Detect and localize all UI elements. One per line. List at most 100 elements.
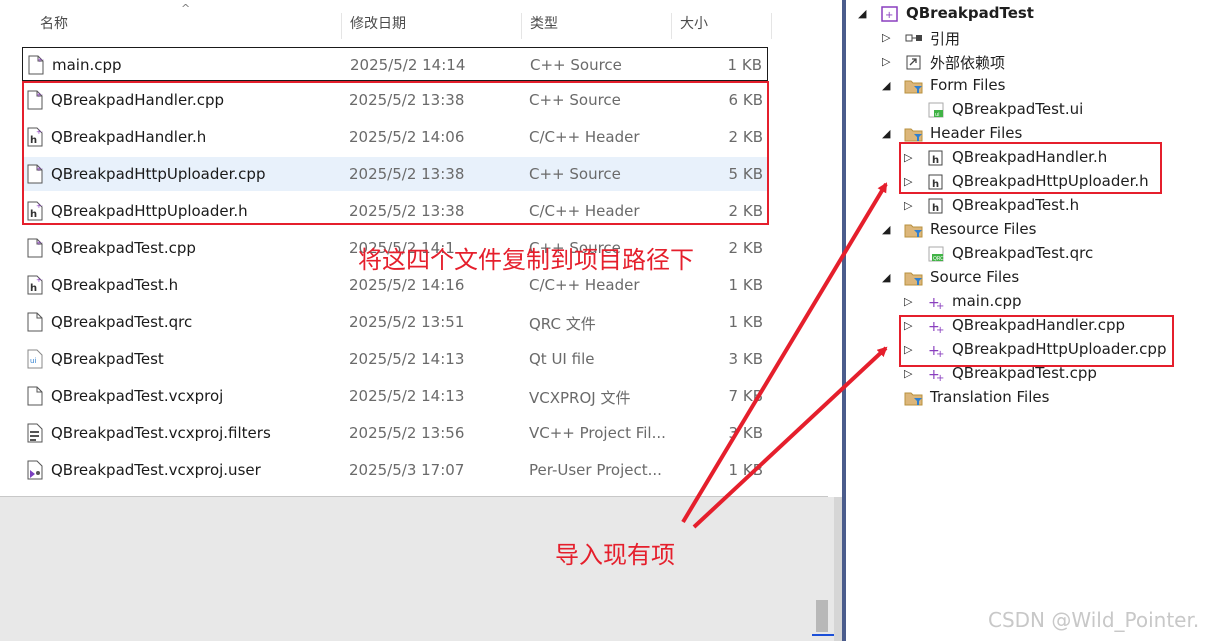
tree-node-label: 外部依赖项: [930, 54, 1006, 72]
file-row[interactable]: QBreakpadTest.vcxproj.filters 2025/5/2 13…: [22, 416, 768, 450]
blank-file-icon: [27, 312, 43, 332]
tree-node-label: main.cpp: [952, 292, 1022, 310]
tree-node-label: QBreakpadTest.qrc: [952, 244, 1094, 262]
blank-file-icon: [27, 386, 43, 406]
tree-node-label: QBreakpadTest.ui: [952, 100, 1084, 118]
filter-folder-icon: [904, 269, 924, 287]
svg-text:++: ++: [36, 239, 43, 247]
file-date: 2025/5/2 13:56: [349, 424, 465, 442]
file-name: QBreakpadTest.qrc: [51, 313, 193, 331]
import-existing-annotation: 导入现有项: [555, 541, 675, 569]
expanded-chevron-icon[interactable]: ◢: [882, 223, 894, 237]
scrollbar-thumb[interactable]: [816, 600, 828, 632]
file-type: VC++ Project Fil...: [529, 424, 666, 442]
svg-text:h: h: [932, 203, 939, 214]
references-icon: [904, 29, 924, 47]
ui-file-icon: ui: [27, 349, 43, 369]
qrc-file-icon: QRC: [926, 245, 946, 263]
column-header-name[interactable]: 名称: [32, 13, 342, 39]
svg-text:+: +: [885, 10, 893, 21]
expanded-chevron-icon[interactable]: ◢: [882, 79, 894, 93]
file-size: 2 KB: [728, 239, 763, 257]
svg-text:++: ++: [37, 56, 44, 64]
collapsed-chevron-icon[interactable]: ▷: [882, 55, 894, 69]
file-row[interactable]: ui QBreakpadTest 2025/5/2 14:13 Qt UI file 3…: [22, 342, 768, 376]
file-type: VCXPROJ 文件: [529, 389, 631, 407]
tree-node-label: Translation Files: [930, 388, 1050, 406]
chevron-placeholder: [882, 391, 894, 405]
cpp-file-icon: ++: [27, 238, 48, 258]
filter-folder-icon: [904, 389, 924, 407]
column-header-date[interactable]: 修改日期: [342, 13, 522, 39]
expanded-chevron-icon[interactable]: ◢: [858, 7, 870, 21]
svg-text:ui: ui: [30, 357, 36, 365]
tree-node-label: Form Files: [930, 76, 1006, 94]
file-size: 1 KB: [728, 461, 763, 479]
cpp-file-icon: ++: [28, 55, 49, 75]
highlight-box-header-files: [899, 142, 1162, 194]
column-header-type[interactable]: 类型: [522, 13, 672, 39]
highlight-box-source-files: [22, 81, 769, 225]
column-header-bar: ^ 名称 修改日期 类型 大小: [0, 0, 828, 42]
file-row[interactable]: QBreakpadTest.qrc 2025/5/2 13:51 QRC 文件 1 K…: [22, 305, 768, 339]
expanded-chevron-icon[interactable]: ◢: [882, 127, 894, 141]
file-name: QBreakpadTest.cpp: [51, 239, 196, 257]
collapsed-chevron-icon[interactable]: ▷: [904, 295, 916, 309]
file-date: 2025/5/2 14:13: [349, 387, 465, 405]
file-name: QBreakpadTest.vcxproj.filters: [51, 424, 271, 442]
tree-node-label: Header Files: [930, 124, 1023, 142]
file-type: C++ Source: [530, 56, 622, 74]
file-date: 2025/5/2 14:13: [349, 350, 465, 368]
tree-node-label: Source Files: [930, 268, 1020, 286]
file-size: 7 KB: [728, 387, 763, 405]
expanded-chevron-icon[interactable]: ◢: [882, 271, 894, 285]
file-type: QRC 文件: [529, 315, 596, 333]
file-size: 1 KB: [728, 313, 763, 331]
file-date: 2025/5/2 14:14: [350, 56, 466, 74]
file-row[interactable]: ++ main.cpp 2025/5/2 14:14 C++ Source 1 KB: [22, 47, 768, 81]
scroll-focus-indicator: [812, 634, 834, 636]
watermark: CSDN @Wild_Pointer.: [988, 608, 1200, 632]
filter-folder-icon: [904, 77, 924, 95]
file-size: 3 KB: [728, 424, 763, 442]
filter-folder-icon: [904, 221, 924, 239]
explorer-scrollbar[interactable]: [828, 0, 842, 497]
file-name: QBreakpadTest.vcxproj.user: [51, 461, 261, 479]
header-file-icon: h++: [27, 275, 48, 295]
cpp-source-icon: + +: [926, 365, 946, 384]
column-header-size[interactable]: 大小: [672, 13, 772, 39]
file-size: 1 KB: [727, 56, 762, 74]
project-icon: +: [880, 5, 900, 23]
tree-node-label: 引用: [930, 30, 961, 48]
file-row[interactable]: QBreakpadTest.vcxproj 2025/5/2 14:13 VCXPR…: [22, 379, 768, 413]
file-type: Per-User Project...: [529, 461, 662, 479]
file-row[interactable]: QBreakpadTest.vcxproj.user 2025/5/3 17:07…: [22, 453, 768, 487]
file-type: Qt UI file: [529, 350, 595, 368]
collapsed-chevron-icon[interactable]: ▷: [904, 367, 916, 381]
filter-folder-icon: [904, 125, 924, 143]
filters-file-icon: [27, 423, 43, 443]
explorer-scroll-track: [834, 497, 842, 641]
copy-files-annotation: 将这四个文件复制到项目路径下: [358, 246, 694, 274]
tree-node-label: Resource Files: [930, 220, 1037, 238]
svg-text:QRC: QRC: [933, 256, 944, 262]
svg-text:h: h: [30, 283, 37, 294]
collapsed-chevron-icon[interactable]: ▷: [882, 31, 894, 45]
cpp-source-icon: + +: [926, 293, 946, 312]
file-name: QBreakpadTest.vcxproj: [51, 387, 224, 405]
svg-text:ui: ui: [935, 112, 940, 118]
file-size: 1 KB: [728, 276, 763, 294]
external-deps-icon: [904, 53, 924, 71]
file-type: C/C++ Header: [529, 276, 640, 294]
file-date: 2025/5/3 17:07: [349, 461, 465, 479]
file-name: QBreakpadTest.h: [51, 276, 179, 294]
svg-text:+: +: [936, 373, 944, 383]
chevron-placeholder: [904, 103, 916, 117]
file-name: main.cpp: [52, 56, 122, 74]
tree-node-label: QBreakpadTest.h: [952, 196, 1080, 214]
collapsed-chevron-icon[interactable]: ▷: [904, 199, 916, 213]
header-file-icon: h: [926, 197, 946, 215]
tree-node-label: QBreakpadTest: [906, 4, 1034, 22]
ui-form-icon: ui: [926, 101, 946, 119]
highlight-box-cpp-files: [899, 315, 1174, 367]
